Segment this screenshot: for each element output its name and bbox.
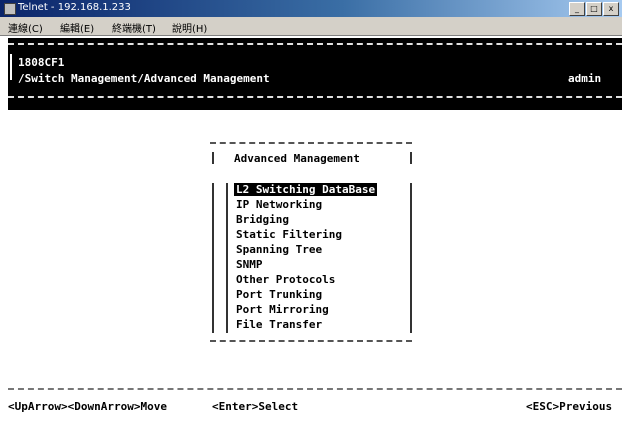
menu-item-static-filtering[interactable]: Static Filtering	[236, 228, 342, 241]
telnet-app-icon	[4, 3, 16, 15]
telnet-window: Telnet - 192.168.1.233 _ □ x 連線(C) 編輯(E) 終…	[0, 0, 622, 427]
menu-box-top-border	[210, 142, 412, 144]
title-bar: Telnet - 192.168.1.233 _ □ x	[0, 0, 622, 17]
header-top-border	[8, 43, 622, 45]
window-title: Telnet - 192.168.1.233	[18, 2, 131, 13]
minimize-button[interactable]: _	[569, 2, 585, 16]
footer-select-hint: <Enter>Select	[212, 400, 299, 413]
header-left-border	[10, 54, 12, 80]
menu-terminal[interactable]: 終端機(T)	[112, 20, 156, 35]
menu-box-bottom-border	[210, 340, 412, 342]
footer-move-hint: <UpArrow><DownArrow>Move	[8, 400, 167, 413]
menu-item-spanning-tree[interactable]: Spanning Tree	[236, 243, 322, 256]
menu-connect[interactable]: 連線(C)	[8, 20, 43, 35]
menu-item-ip-networking[interactable]: IP Networking	[236, 198, 322, 211]
menu-help[interactable]: 說明(H)	[172, 20, 207, 35]
footer-top-border	[8, 388, 622, 390]
menu-path: /Switch Management/Advanced Management	[18, 72, 270, 85]
terminal-header: 1808CF1 /Switch Management/Advanced Mana…	[8, 38, 622, 110]
close-button[interactable]: x	[603, 2, 619, 16]
menu-item-l2-switching-database[interactable]: L2 Switching DataBase	[234, 183, 378, 196]
menu-title-left-border	[212, 152, 214, 164]
menu-item-other-protocols[interactable]: Other Protocols	[236, 273, 335, 286]
terminal-footer: <UpArrow><DownArrow>Move <Enter>Select <…	[8, 388, 622, 427]
menu-title-right-border	[410, 152, 412, 164]
menu-bar: 連線(C) 編輯(E) 終端機(T) 說明(H)	[0, 17, 622, 36]
menu-item-snmp[interactable]: SNMP	[236, 258, 263, 271]
terminal-screen[interactable]: 1808CF1 /Switch Management/Advanced Mana…	[8, 38, 622, 427]
menu-right-border	[410, 183, 412, 333]
device-name: 1808CF1	[18, 56, 65, 69]
menu-item-port-trunking[interactable]: Port Trunking	[236, 288, 322, 301]
header-bottom-border	[8, 96, 622, 98]
menu-inner-left-border	[226, 183, 228, 333]
menu-title: Advanced Management	[234, 152, 360, 165]
menu-edit[interactable]: 編輯(E)	[60, 20, 94, 35]
logged-in-user: admin	[568, 72, 602, 85]
menu-item-port-mirroring[interactable]: Port Mirroring	[236, 303, 329, 316]
menu-item-file-transfer[interactable]: File Transfer	[236, 318, 322, 331]
footer-previous-hint: <ESC>Previous	[526, 400, 613, 413]
maximize-button[interactable]: □	[586, 2, 602, 16]
window-controls: _ □ x	[568, 2, 619, 16]
menu-outer-left-border	[212, 183, 214, 333]
menu-item-bridging[interactable]: Bridging	[236, 213, 289, 226]
